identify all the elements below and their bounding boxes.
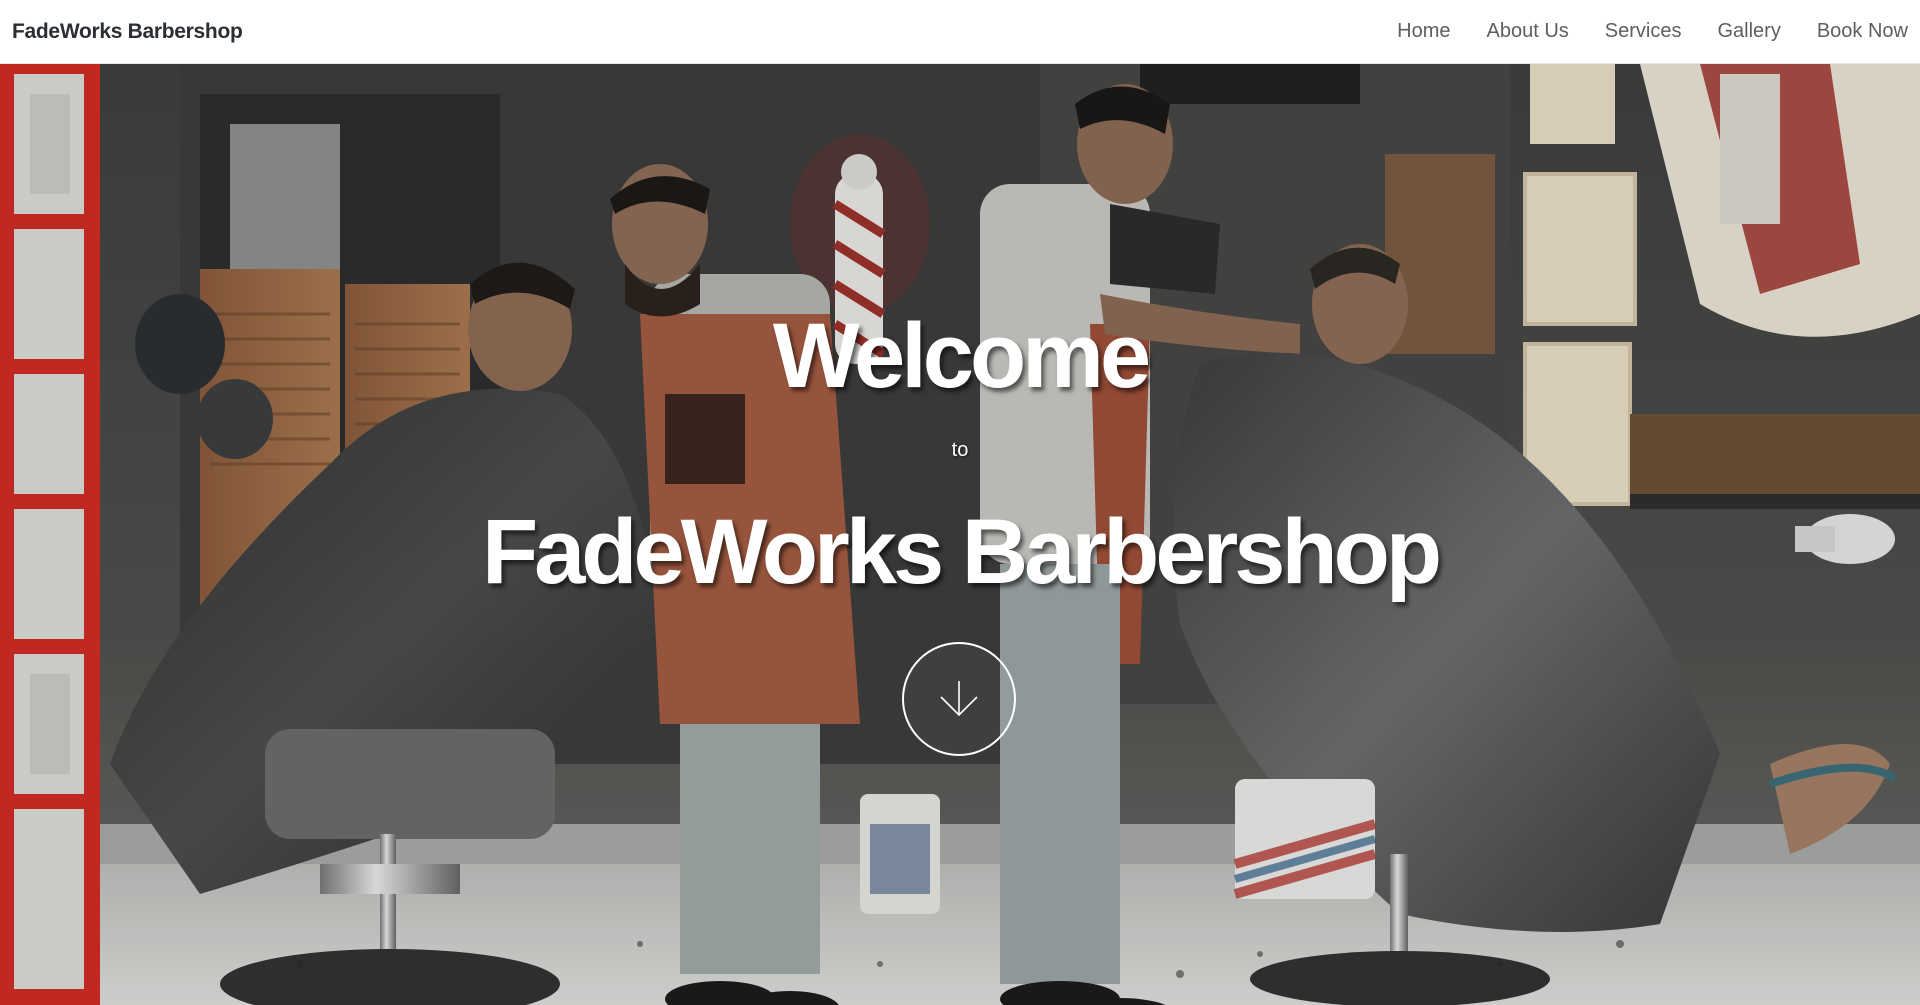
hero-shop-name-heading: FadeWorks Barbershop bbox=[481, 501, 1442, 603]
scroll-down-button[interactable] bbox=[902, 642, 1016, 756]
arrow-down-icon bbox=[940, 681, 978, 717]
hero-welcome-heading: Welcome bbox=[772, 305, 1151, 407]
nav-link-services[interactable]: Services bbox=[1605, 20, 1682, 42]
brand-logo-link[interactable]: FadeWorks Barbershop bbox=[12, 20, 243, 44]
navbar: FadeWorks Barbershop Home About Us Servi… bbox=[0, 0, 1920, 64]
hero-to-text: to bbox=[951, 439, 969, 461]
nav-link-gallery[interactable]: Gallery bbox=[1717, 20, 1780, 42]
nav-item-home: Home bbox=[1397, 20, 1450, 43]
nav-item-gallery: Gallery bbox=[1717, 20, 1780, 43]
hero-section: Welcome to FadeWorks Barbershop bbox=[0, 64, 1920, 1005]
nav-link-about-us[interactable]: About Us bbox=[1487, 20, 1569, 42]
nav-item-book-now: Book Now bbox=[1817, 20, 1908, 43]
nav-menu: Home About Us Services Gallery Book Now bbox=[1361, 20, 1908, 43]
nav-item-services: Services bbox=[1605, 20, 1682, 43]
nav-link-book-now[interactable]: Book Now bbox=[1817, 20, 1908, 42]
nav-item-about-us: About Us bbox=[1487, 20, 1569, 43]
nav-link-home[interactable]: Home bbox=[1397, 20, 1450, 42]
